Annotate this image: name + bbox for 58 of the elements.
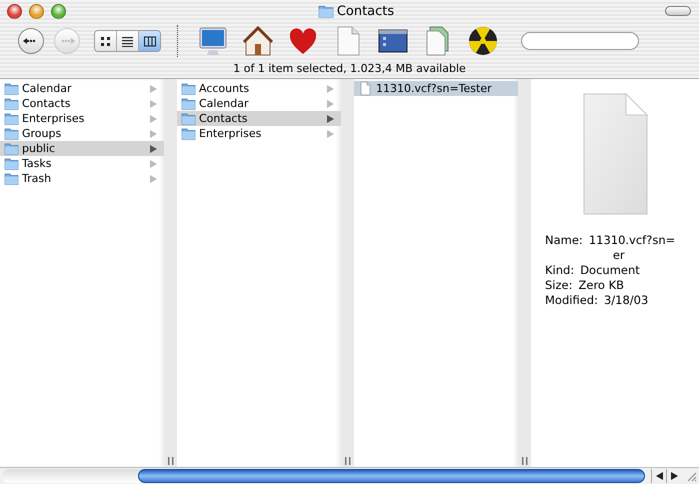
folder-icon	[4, 141, 19, 156]
folder-icon	[318, 3, 334, 19]
folder-icon	[4, 171, 19, 186]
close-button[interactable]	[7, 4, 22, 18]
list-icon	[122, 36, 134, 46]
list-item[interactable]: Enterprises	[0, 111, 164, 126]
info-value: Document	[580, 263, 640, 278]
list-item[interactable]: Enterprises	[177, 126, 341, 141]
list-item[interactable]: Contacts	[177, 111, 341, 126]
list-item[interactable]: Accounts	[177, 81, 341, 96]
column-resize-handle-icon[interactable]	[522, 457, 528, 465]
columns-icon	[144, 36, 156, 46]
list-item[interactable]: Groups	[0, 126, 164, 141]
info-label: Modified:	[545, 293, 598, 308]
view-switcher[interactable]	[94, 30, 161, 52]
folder-icon	[4, 111, 19, 126]
list-item[interactable]: Contacts	[0, 96, 164, 111]
horizontal-scrollbar[interactable]	[0, 467, 699, 484]
list-item[interactable]: Trash	[0, 171, 164, 186]
zoom-button[interactable]	[51, 4, 66, 18]
info-value: 3/18/03	[604, 293, 648, 308]
toolbar-toggle-button[interactable]	[665, 6, 691, 16]
back-button[interactable]	[18, 28, 44, 54]
folder-icon	[4, 96, 19, 111]
list-item[interactable]: Calendar	[0, 81, 164, 96]
info-label: Name:	[545, 233, 583, 249]
folder-icon	[181, 126, 196, 141]
scroll-thumb[interactable]	[138, 469, 645, 483]
icon-view-button[interactable]	[95, 31, 117, 51]
scroll-left-arrow-icon[interactable]	[656, 472, 662, 480]
folder-icon	[181, 111, 196, 126]
document-icon	[582, 93, 648, 215]
computer-icon[interactable]	[197, 25, 229, 57]
list-item[interactable]: Calendar	[177, 96, 341, 111]
list-view-button[interactable]	[117, 31, 139, 51]
list-item[interactable]: 11310.vcf?sn=Tester	[354, 81, 518, 96]
info-value: er	[612, 248, 626, 263]
list-item[interactable]: public	[0, 141, 164, 156]
house-icon[interactable]	[242, 25, 274, 57]
folder-icon	[181, 81, 196, 96]
folder-icon	[4, 156, 19, 171]
column-resize-handle-icon[interactable]	[168, 457, 174, 465]
folder-icon	[4, 81, 19, 96]
window-title: Contacts	[336, 4, 394, 18]
minimize-button[interactable]	[29, 4, 44, 18]
info-label: Kind:	[545, 263, 574, 278]
folder-icon	[4, 126, 19, 141]
grid-icon	[100, 36, 112, 46]
info-value: 11310.vcf?sn=	[588, 233, 676, 248]
info-label: Size:	[545, 278, 572, 293]
column-view-button[interactable]	[139, 31, 160, 51]
info-value: Zero KB	[578, 278, 624, 293]
search-field[interactable]	[521, 32, 639, 50]
scroll-right-arrow-icon[interactable]	[670, 472, 678, 480]
column-resize-handle-icon[interactable]	[345, 457, 351, 465]
folder-icon	[181, 96, 196, 111]
list-item[interactable]: Tasks	[0, 156, 164, 171]
resize-grip-icon[interactable]	[685, 470, 697, 482]
